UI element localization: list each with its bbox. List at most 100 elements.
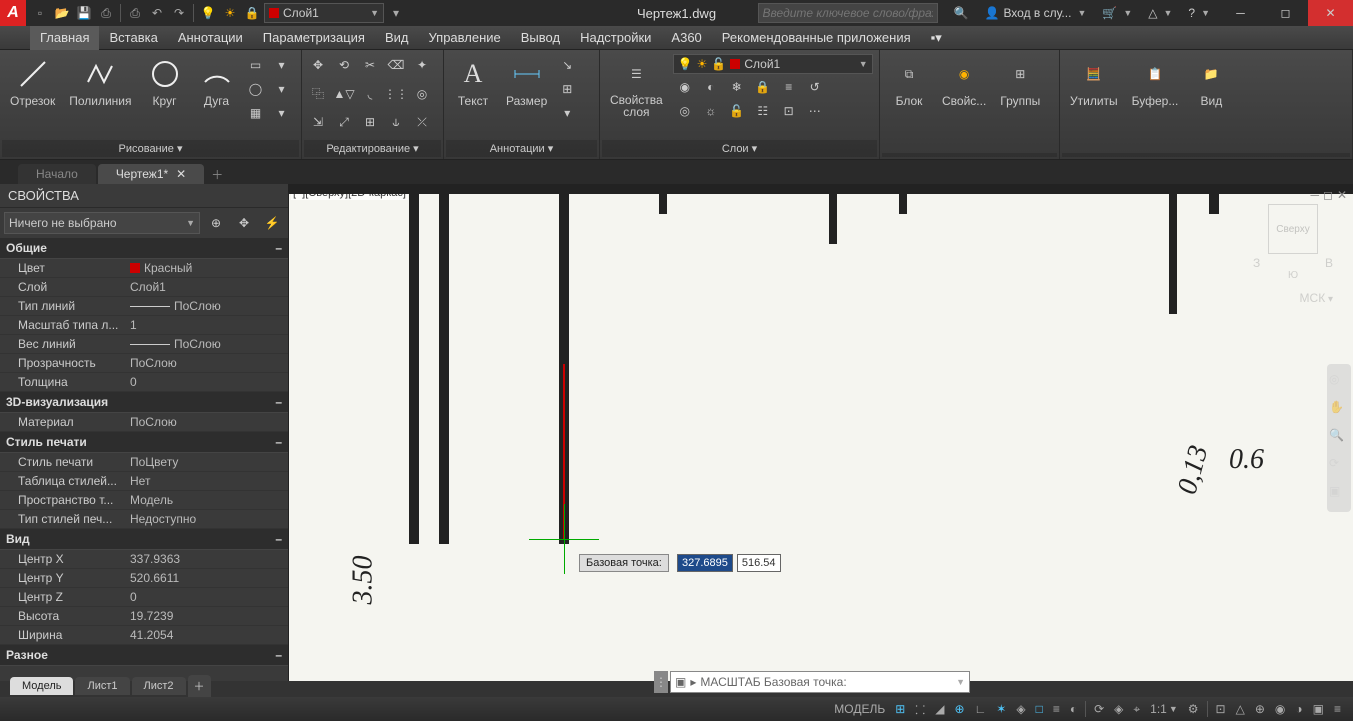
qat-layer-combo[interactable]: Слой1 ▼	[264, 3, 384, 23]
prop-width-value[interactable]: 41.2054	[130, 628, 288, 642]
cat-misc[interactable]: Разное–	[0, 645, 288, 666]
groups-button[interactable]: ⊞Группы	[994, 54, 1046, 112]
properties-button[interactable]: ◉Свойс...	[936, 54, 992, 112]
explode-icon[interactable]: ✦	[410, 54, 434, 76]
layer-match-icon[interactable]: ≡	[777, 76, 801, 98]
selection-combo[interactable]: Ничего не выбрано▼	[4, 212, 200, 234]
tab-manage[interactable]: Управление	[418, 26, 510, 50]
status-ducs-icon[interactable]: ⌖	[1129, 699, 1144, 719]
tab-panel-menu-icon[interactable]: ▪▾	[921, 26, 952, 50]
status-clean-icon[interactable]: ▣	[1309, 699, 1328, 719]
clipboard-button[interactable]: 📋Буфер...	[1126, 54, 1185, 112]
rotate-icon[interactable]: ⟲	[332, 54, 356, 76]
exchange-icon[interactable]: 🛒▼	[1094, 0, 1140, 26]
status-osnap-icon[interactable]: □	[1032, 699, 1047, 719]
nav-showmotion-icon[interactable]: ▣	[1329, 484, 1349, 504]
dimension-button[interactable]: Размер	[500, 54, 553, 112]
open-icon[interactable]: 📂	[52, 3, 72, 23]
qat-dropdown-icon[interactable]: ▾	[386, 3, 406, 23]
status-units-icon[interactable]: ⊕	[1251, 699, 1269, 719]
layer-state-icon[interactable]: ⊡	[777, 100, 801, 122]
layer-thaw-icon[interactable]: ☼	[699, 100, 723, 122]
coord-y[interactable]: 516.54	[737, 554, 781, 572]
lock-icon[interactable]: 🔒	[242, 3, 262, 23]
layer-combo[interactable]: 💡☀🔓 Слой1 ▼	[673, 54, 873, 74]
prop-lineweight-value[interactable]: ПоСлою	[130, 337, 288, 351]
mirror-icon[interactable]: ▲▽	[332, 83, 356, 105]
navigation-bar[interactable]: ◎ ✋ 🔍 ⟳ ▣	[1327, 364, 1351, 512]
status-grid-icon[interactable]: ⊞	[891, 699, 909, 719]
status-lwt-icon[interactable]: ≡	[1049, 699, 1064, 719]
tab-addins[interactable]: Надстройки	[570, 26, 661, 50]
grid-icon[interactable]: ⊞	[358, 111, 382, 133]
nav-wheel-icon[interactable]: ◎	[1329, 372, 1349, 392]
cmdline-dd-icon[interactable]: ▼	[956, 677, 965, 687]
scale-icon[interactable]: ⤢	[332, 111, 356, 133]
status-scale[interactable]: 1:1▼	[1146, 699, 1182, 719]
layer-iso-icon[interactable]: ◉	[673, 76, 697, 98]
layout-add-button[interactable]: ＋	[188, 675, 211, 697]
search-input[interactable]	[758, 3, 938, 23]
offset-icon[interactable]: ◎	[410, 83, 434, 105]
search-submit-icon[interactable]: 🔍	[946, 0, 977, 26]
prop-thickness-value[interactable]: 0	[130, 375, 288, 389]
prop-linetype-value[interactable]: ПоСлою	[130, 299, 288, 313]
ellipse-icon[interactable]: ◯	[244, 78, 268, 100]
block-button[interactable]: ⧉Блок	[884, 54, 934, 112]
undo-icon[interactable]: ↶	[147, 3, 167, 23]
layer-on-icon[interactable]: ◎	[673, 100, 697, 122]
drawing-canvas[interactable]: [–][Сверху][2D-каркас] Базовая точка: 32…	[289, 184, 1353, 681]
rect-icon[interactable]: ▭	[244, 54, 268, 76]
prop-transparency-value[interactable]: ПоСлою	[130, 356, 288, 370]
tab-start[interactable]: Начало	[18, 164, 96, 184]
arc-button[interactable]: Дуга	[192, 54, 242, 112]
prop-plottable-value[interactable]: Нет	[130, 474, 288, 488]
tab-view[interactable]: Вид	[375, 26, 419, 50]
status-anno-icon[interactable]: △	[1232, 699, 1249, 719]
text-button[interactable]: AТекст	[448, 54, 498, 112]
tab-annotate[interactable]: Аннотации	[168, 26, 253, 50]
status-dynamic-icon[interactable]: ⊕	[950, 699, 968, 719]
status-infer-icon[interactable]: ◢	[931, 699, 948, 719]
tab-featured[interactable]: Рекомендованные приложения	[712, 26, 921, 50]
break-icon[interactable]: ⤫	[410, 111, 434, 133]
status-transparency-icon[interactable]: ◐	[1066, 699, 1081, 719]
layout-sheet2[interactable]: Лист2	[132, 677, 186, 695]
coord-x[interactable]: 327.6895	[677, 554, 733, 572]
status-cycling-icon[interactable]: ⟳	[1090, 699, 1108, 719]
move-icon[interactable]: ✥	[306, 54, 330, 76]
layout-sheet1[interactable]: Лист1	[75, 677, 129, 695]
layer-walk-icon[interactable]: ☷	[751, 100, 775, 122]
status-hw-icon[interactable]: ◉	[1271, 699, 1289, 719]
saveas-icon[interactable]: ⎙	[96, 3, 116, 23]
bulb-icon[interactable]: 💡	[198, 3, 218, 23]
leader-icon[interactable]: ↘	[555, 54, 579, 76]
draw-dd3-icon[interactable]: ▾	[270, 102, 294, 124]
prop-plotstyle-value[interactable]: ПоЦвету	[130, 455, 288, 469]
layer-lock-icon[interactable]: 🔒	[751, 76, 775, 98]
stretch-icon[interactable]: ⇲	[306, 111, 330, 133]
layer-props-button[interactable]: ☰Свойства слоя	[604, 54, 669, 122]
coord-input[interactable]: 327.6895 516.54	[677, 554, 781, 572]
layer-off-icon[interactable]: ◐	[699, 76, 723, 98]
tab-close-icon[interactable]: ✕	[176, 167, 186, 181]
cmdline-grip[interactable]: ⋮	[654, 671, 668, 693]
status-snap-icon[interactable]: ⸬	[911, 699, 929, 719]
prop-centery-value[interactable]: 520.6611	[130, 571, 288, 585]
status-custom-icon[interactable]: ≡	[1330, 699, 1345, 719]
layout-model[interactable]: Модель	[10, 677, 73, 695]
panel-modify-title[interactable]: Редактирование ▾	[304, 140, 441, 157]
prop-height-value[interactable]: 19.7239	[130, 609, 288, 623]
status-isolate-icon[interactable]: ◑	[1291, 699, 1306, 719]
table-icon[interactable]: ⊞	[555, 78, 579, 100]
vp-minimize-icon[interactable]: ─	[1310, 188, 1319, 202]
prop-layer-value[interactable]: Слой1	[130, 280, 288, 294]
vp-maximize-icon[interactable]: ◻	[1323, 188, 1333, 202]
tab-home[interactable]: Главная	[30, 26, 99, 50]
plot-icon[interactable]: ⎙	[125, 3, 145, 23]
prop-color-value[interactable]: Красный	[130, 261, 288, 275]
redo-icon[interactable]: ↷	[169, 3, 189, 23]
fillet-icon[interactable]: ◟	[358, 83, 382, 105]
status-3dosnap-icon[interactable]: ◈	[1110, 699, 1127, 719]
prop-centerx-value[interactable]: 337.9363	[130, 552, 288, 566]
